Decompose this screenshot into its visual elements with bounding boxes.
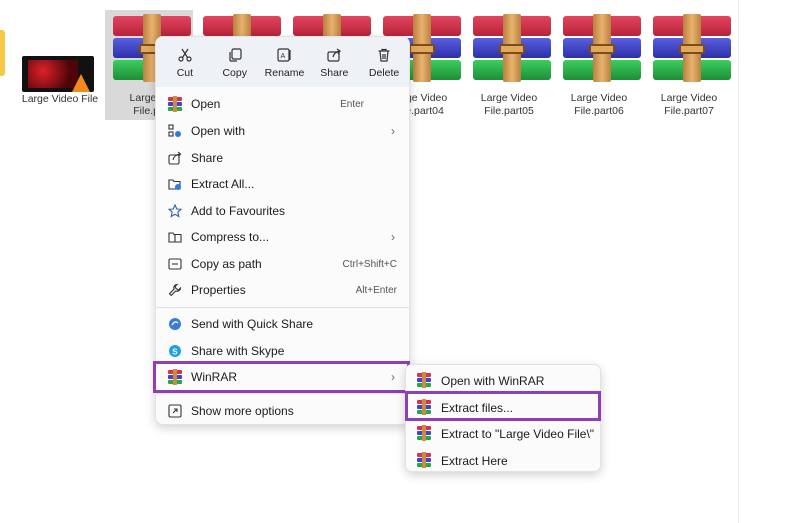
winrar-archive-icon [473, 14, 551, 82]
winrar-archive-icon [563, 14, 641, 82]
winrar-icon [167, 96, 183, 112]
copy-icon [229, 48, 242, 62]
file-label: Large Video File.part05 [480, 92, 538, 117]
file-item-part05[interactable]: Large Video File.part05 [465, 10, 553, 120]
svg-text:S: S [172, 347, 178, 356]
folder-icon-partial[interactable] [0, 30, 5, 76]
wrench-icon [167, 282, 183, 298]
more-options-icon [167, 403, 183, 419]
scissors-icon [178, 48, 192, 62]
winrar-archive-icon [653, 14, 731, 82]
file-label: Large Video File [21, 93, 99, 105]
chevron-right-icon: › [391, 230, 395, 244]
menu-item-extract-all[interactable]: Extract All... [156, 171, 409, 197]
share-icon [327, 48, 342, 62]
copy-path-icon [167, 256, 183, 272]
extract-files-highlight [405, 391, 601, 421]
trash-icon [378, 48, 390, 62]
menu-item-send-with-quick-share[interactable]: Send with Quick Share [156, 311, 409, 337]
menu-item-open[interactable]: Open Enter [156, 91, 409, 117]
open-with-icon [167, 123, 183, 139]
file-item-part06[interactable]: Large Video File.part06 [555, 10, 643, 120]
file-item-part07[interactable]: Large Video File.part07 [645, 10, 733, 120]
file-label: Large Video File.part06 [570, 92, 628, 117]
extract-all-icon [167, 176, 183, 192]
share-button[interactable]: Share [309, 37, 359, 87]
menu-item-compress-to[interactable]: Compress to... › [156, 224, 409, 250]
svg-text:A: A [281, 53, 286, 60]
skype-icon: S [167, 343, 183, 359]
menu-item-share[interactable]: Share [156, 145, 409, 171]
copy-button[interactable]: Copy [210, 37, 260, 87]
context-toolbar: Cut Copy A Rename Share Delete [156, 37, 409, 87]
cut-button[interactable]: Cut [160, 37, 210, 87]
winrar-item-highlight [153, 361, 410, 393]
delete-button[interactable]: Delete [359, 37, 409, 87]
rename-button[interactable]: A Rename [260, 37, 310, 87]
star-icon [167, 203, 183, 219]
menu-item-add-to-favourites[interactable]: Add to Favourites [156, 198, 409, 224]
compress-icon [167, 229, 183, 245]
menu-item-show-more-options[interactable]: Show more options [156, 398, 409, 424]
rename-icon: A [277, 48, 292, 62]
pane-divider [738, 0, 739, 523]
file-label: Large Video File.part07 [660, 92, 718, 117]
menu-item-copy-as-path[interactable]: Copy as path Ctrl+Shift+C [156, 251, 409, 277]
video-file-icon [22, 56, 94, 92]
chevron-right-icon: › [391, 124, 395, 138]
submenu-item-extract-to-folder[interactable]: Extract to "Large Video File\" [406, 420, 600, 446]
menu-separator [156, 393, 409, 394]
share-icon [167, 150, 183, 166]
menu-item-properties[interactable]: Properties Alt+Enter [156, 277, 409, 303]
quick-share-icon [167, 316, 183, 332]
menu-item-open-with[interactable]: Open with › [156, 118, 409, 144]
menu-separator [156, 307, 409, 308]
submenu-item-open-with-winrar[interactable]: Open with WinRAR [406, 367, 600, 393]
submenu-item-extract-here[interactable]: Extract Here [406, 447, 600, 473]
